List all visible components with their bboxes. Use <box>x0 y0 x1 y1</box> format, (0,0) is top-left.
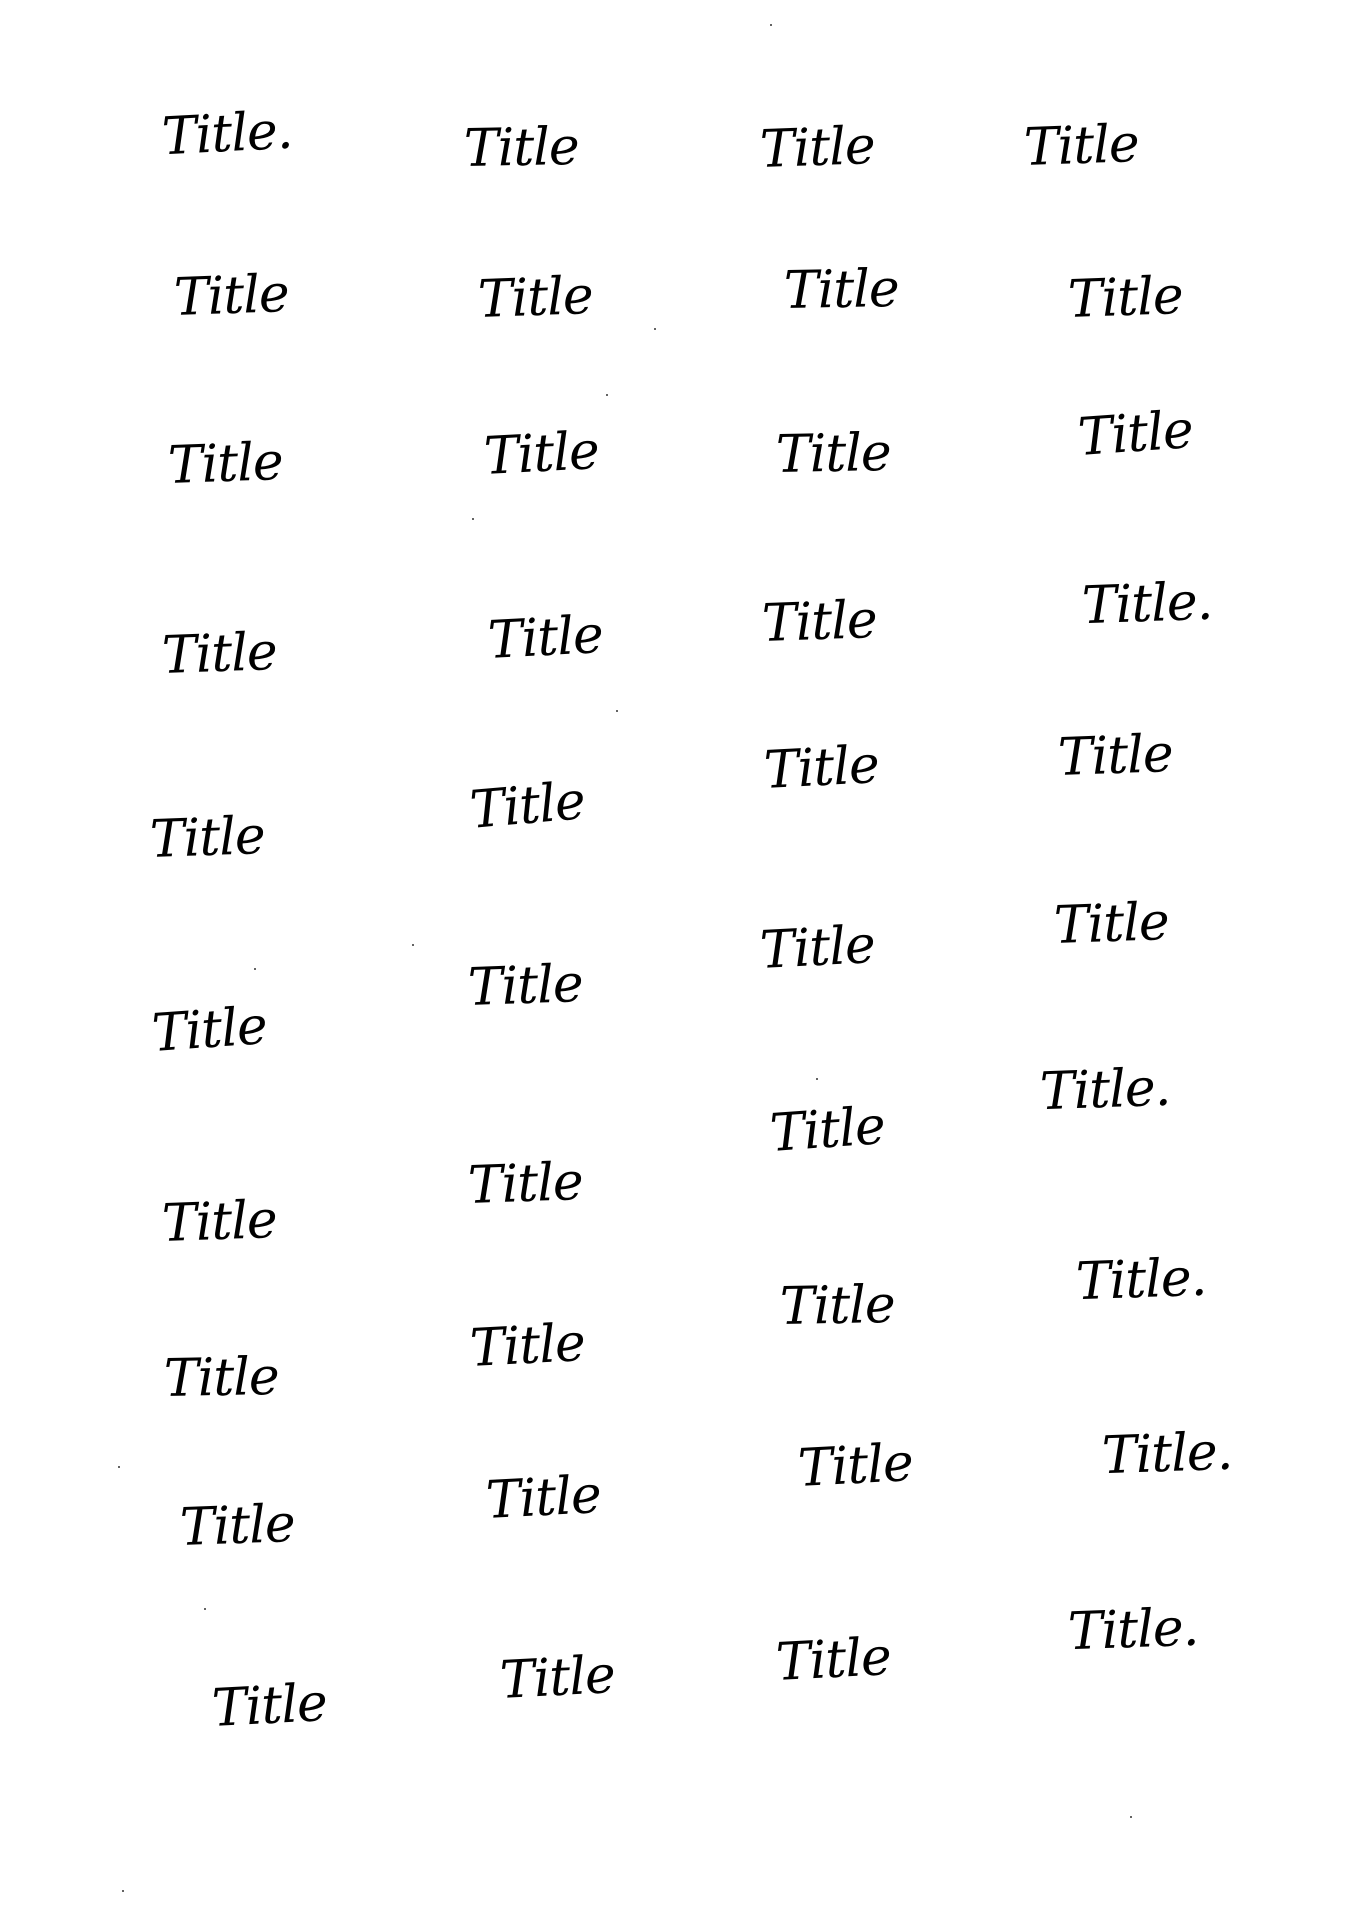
handwritten-word: Title <box>150 996 269 1064</box>
handwritten-word: Title. <box>1038 1057 1172 1123</box>
handwritten-word: Title <box>775 423 892 485</box>
handwritten-word: Title <box>486 605 605 671</box>
scan-speck <box>654 328 656 330</box>
handwritten-word: Title <box>210 1673 329 1739</box>
handwritten-word: Title <box>466 1152 584 1216</box>
scan-speck <box>606 394 608 396</box>
scan-speck <box>1130 1816 1132 1818</box>
handwritten-word: Title. <box>1100 1421 1234 1487</box>
handwritten-word: Title <box>160 1190 278 1254</box>
handwritten-word: Title <box>484 1465 603 1531</box>
scan-speck <box>204 1608 206 1610</box>
handwritten-word: Title <box>758 116 876 180</box>
scan-speck <box>118 1466 120 1468</box>
scan-speck <box>472 518 474 520</box>
handwritten-word: Title. <box>1074 1247 1208 1313</box>
handwritten-word: Title <box>1076 400 1195 468</box>
handwritten-word: Title <box>163 1347 280 1409</box>
handwritten-word: Title <box>468 1313 587 1379</box>
handwritten-word: Title <box>463 117 580 179</box>
handwritten-word: Title. <box>160 100 294 168</box>
handwritten-word: Title <box>774 1627 893 1693</box>
handwritten-word: Title <box>1056 724 1174 788</box>
handwritten-word: Title <box>148 806 266 870</box>
handwritten-word: Title <box>467 771 588 841</box>
scan-speck <box>254 968 256 970</box>
handwritten-word: Title <box>466 954 584 1018</box>
scan-speck <box>122 1890 124 1892</box>
handwritten-word: Title <box>783 259 900 321</box>
handwritten-word: Title <box>160 622 278 686</box>
handwritten-word: Title <box>762 735 881 801</box>
handwritten-word: Title <box>178 1494 296 1558</box>
handwritten-word: Title. <box>1080 571 1214 637</box>
handwritten-word: Title. <box>1066 1597 1200 1663</box>
scan-speck <box>412 944 414 946</box>
scan-speck <box>770 24 772 26</box>
handwritten-word: Title <box>779 1275 896 1337</box>
handwritten-word: Title <box>482 421 601 487</box>
scan-speck <box>616 710 618 712</box>
handwritten-word: Title <box>758 915 877 981</box>
handwritten-word: Title <box>172 264 290 328</box>
handwritten-word: Title <box>476 266 594 330</box>
handwritten-word: Title <box>166 432 284 496</box>
handwritten-word: Title <box>796 1433 915 1499</box>
handwritten-word: Title <box>1066 266 1184 330</box>
handwritten-word: Title <box>768 1096 887 1164</box>
handwritten-word: Title <box>1052 892 1170 956</box>
handwriting-sheet: Title. Title Title Title Title Title Tit… <box>0 0 1366 1931</box>
handwritten-word: Title <box>760 590 878 654</box>
handwritten-word: Title <box>498 1645 617 1711</box>
handwritten-word: Title <box>1022 114 1140 178</box>
scan-speck <box>816 1078 818 1080</box>
